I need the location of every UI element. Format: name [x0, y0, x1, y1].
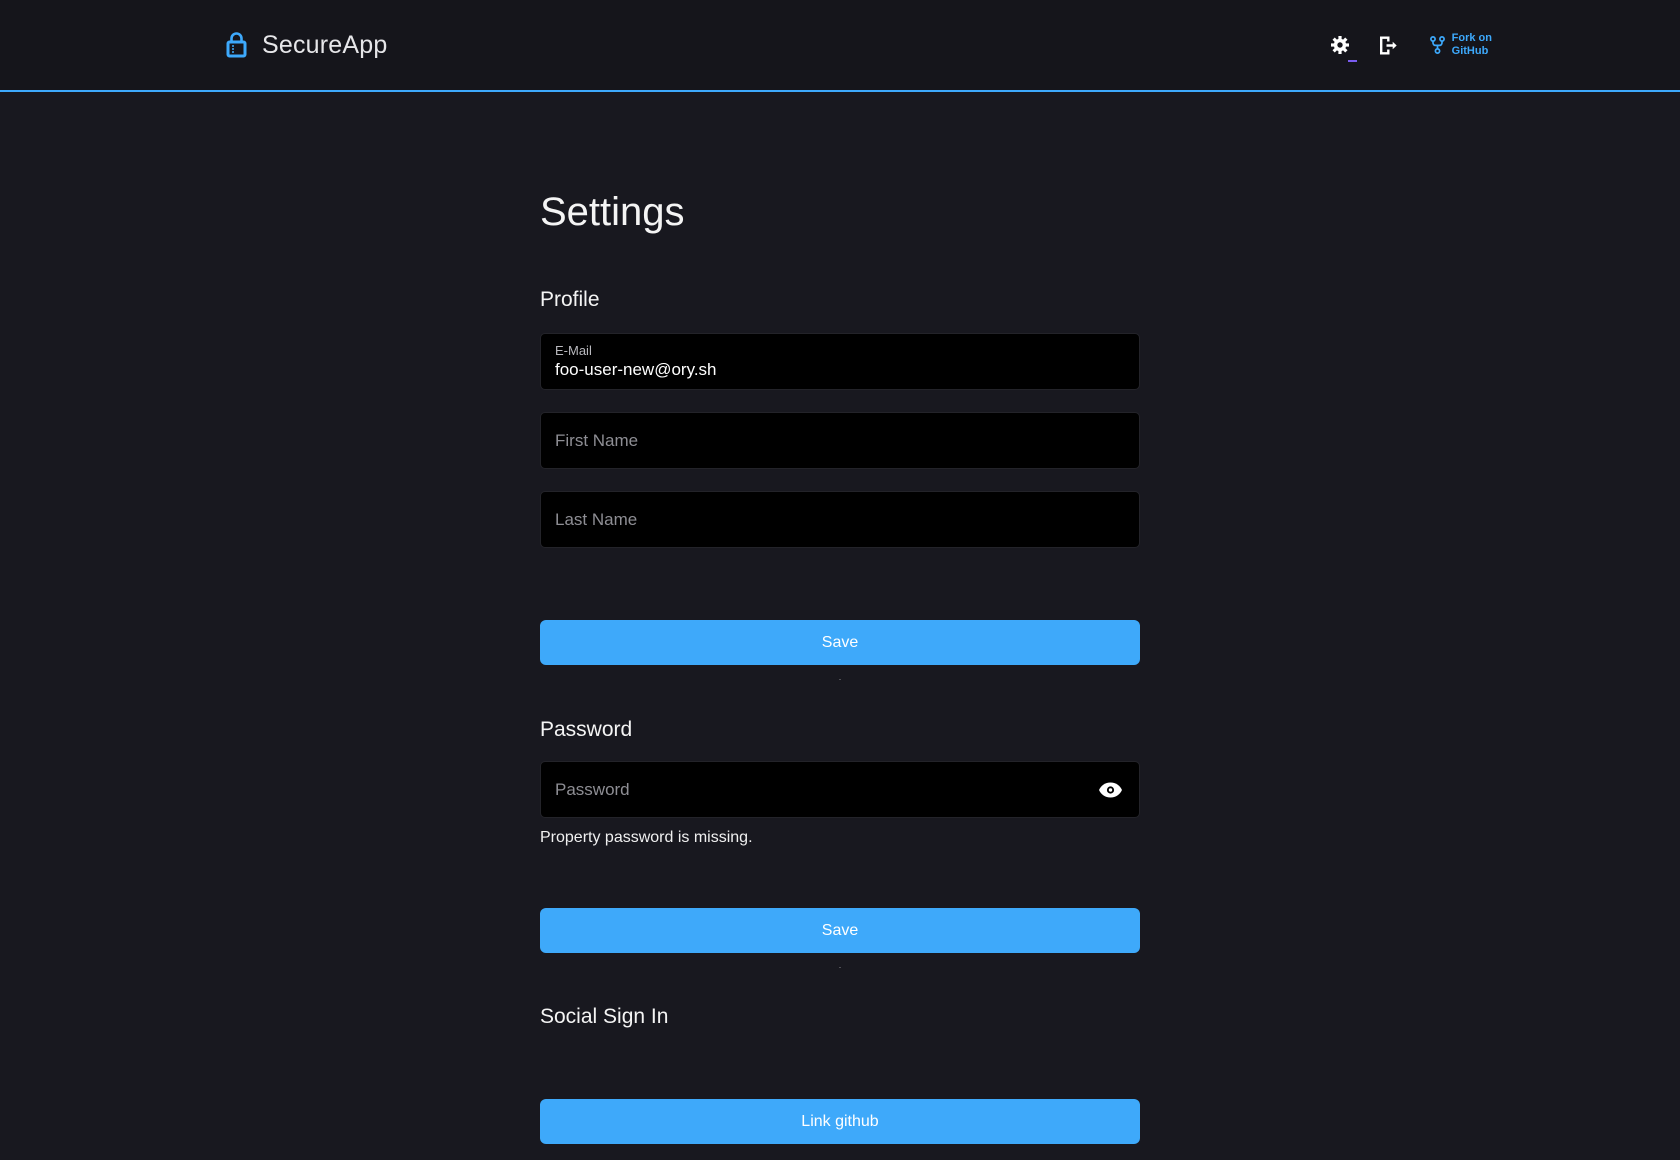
fork-on-github-link[interactable]: Fork on GitHub: [1429, 32, 1492, 58]
link-github-button[interactable]: Link github: [540, 1099, 1140, 1144]
settings-gear-button[interactable]: [1326, 31, 1354, 59]
last-name-input[interactable]: [540, 491, 1140, 548]
fork-link-label: Fork on GitHub: [1452, 32, 1492, 58]
git-fork-icon: [1429, 35, 1446, 55]
gear-icon: [1330, 35, 1350, 55]
email-label: E-Mail: [555, 343, 1125, 358]
eye-icon: [1099, 782, 1122, 797]
profile-heading: Profile: [540, 287, 1140, 313]
logout-button[interactable]: [1372, 31, 1401, 60]
app-header: SecureApp: [0, 0, 1680, 92]
header-actions: Fork on GitHub: [1326, 31, 1492, 60]
save-password-button[interactable]: Save: [540, 908, 1140, 953]
gear-underscore-mark: [1348, 60, 1357, 62]
email-field[interactable]: E-Mail: [540, 333, 1140, 390]
brand[interactable]: SecureApp: [225, 31, 388, 60]
page-title: Settings: [540, 187, 1140, 237]
logout-icon: [1376, 35, 1397, 56]
toggle-password-visibility-button[interactable]: [1095, 778, 1126, 801]
password-field: [540, 761, 1140, 818]
password-section: Password Property password is missing. S…: [540, 717, 1140, 970]
social-signin-section: Social Sign In Link github: [540, 1004, 1140, 1144]
password-heading: Password: [540, 717, 1140, 743]
password-hint-dot: .: [540, 961, 1140, 970]
social-signin-heading: Social Sign In: [540, 1004, 1140, 1030]
password-error-message: Property password is missing.: [540, 828, 1140, 848]
profile-hint-dot: .: [540, 673, 1140, 682]
email-input[interactable]: [555, 360, 1125, 380]
app-name: SecureApp: [262, 31, 388, 60]
first-name-input[interactable]: [540, 412, 1140, 469]
save-profile-button[interactable]: Save: [540, 620, 1140, 665]
password-input[interactable]: [540, 761, 1140, 818]
profile-section: Profile E-Mail Save .: [540, 287, 1140, 682]
settings-page: Settings Profile E-Mail Save . Password: [540, 92, 1140, 1144]
lock-icon: [225, 31, 248, 59]
